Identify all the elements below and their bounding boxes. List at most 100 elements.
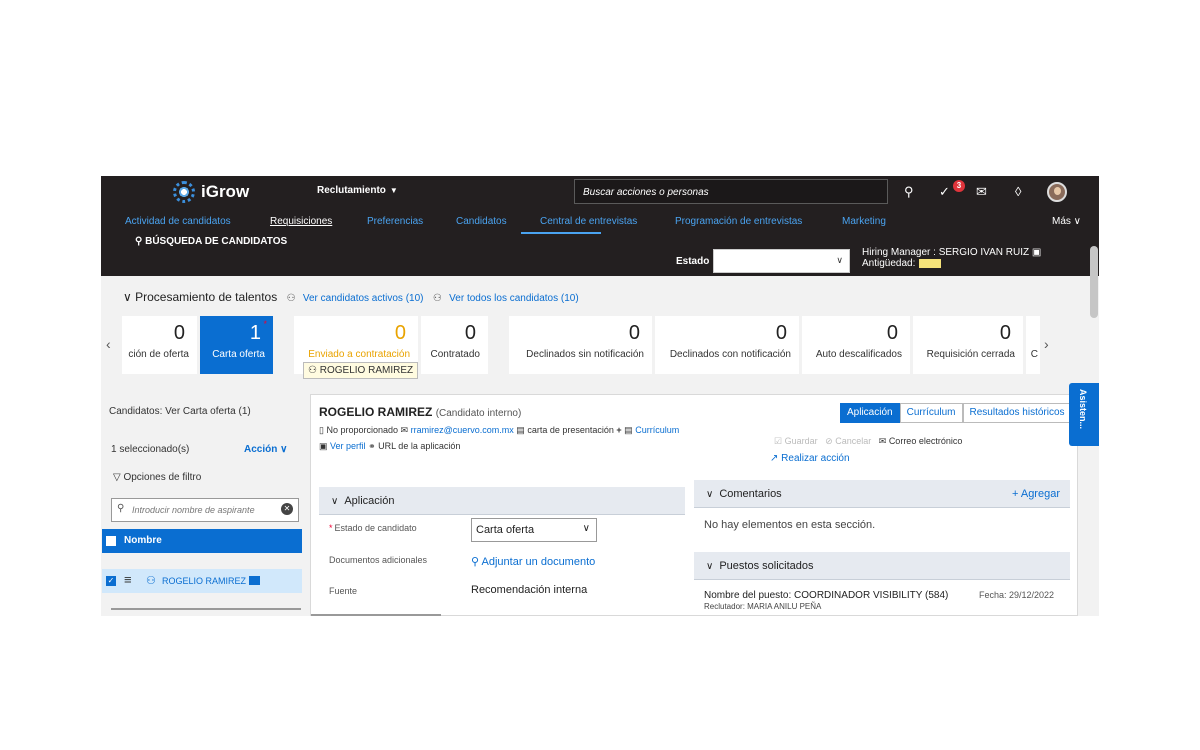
stage-tile-declinados-sin[interactable]: 0 Declinados sin notificación [509,316,652,374]
pipeline-header: ∨ Procesamiento de talentos ⚇ Ver candid… [123,290,579,304]
phone-icon: ▯ [319,425,324,435]
action-label: Acción [244,444,278,455]
section-puestos[interactable]: ∨ Puestos solicitados [694,552,1070,580]
nav-preferencias[interactable]: Preferencias [367,216,423,227]
filter-icon: ▽ [113,472,124,483]
email-link[interactable]: rramirez@cuervo.com.mx [411,425,514,435]
select-all-checkbox[interactable] [106,536,116,546]
tab-aplicacion[interactable]: Aplicación [840,403,900,423]
action-row: ☑ Guardar ⊘ Cancelar ✉ Correo electrónic… [774,436,962,447]
global-search-input[interactable]: Buscar acciones o personas [574,179,888,204]
action-menu[interactable]: Acción ∨ [244,444,287,455]
igrow-logo[interactable]: iGrow [173,181,249,203]
stage-tile-auto-descalificados[interactable]: 0 Auto descalificados [802,316,910,374]
perform-action-button[interactable]: ↗ Realizar acción [770,453,850,464]
stage-tile-contratado[interactable]: 0 Contratado [421,316,488,374]
nav-candidatos[interactable]: Candidatos [456,216,507,227]
nav-requisiciones[interactable]: Requisiciones [270,216,332,227]
divider [111,608,301,610]
stage-tile-declinados-con[interactable]: 0 Declinados con notificación [655,316,799,374]
section-title: Comentarios [719,488,782,500]
clear-icon[interactable]: ✕ [281,503,293,515]
filter-options[interactable]: ▽ Opciones de filtro [113,472,201,483]
stage-label: Auto descalificados [815,349,902,360]
filter-label: Opciones de filtro [123,472,202,483]
stage-count: 0 [394,322,406,344]
stage-tile-carta-oferta[interactable]: * 1 Carta oferta [200,316,273,374]
candidate-drag-tooltip: ⚇ ROGELIO RAMIREZ [303,362,419,379]
add-icon[interactable]: + [616,425,621,435]
estado-select[interactable]: ∨ [713,249,850,273]
candidate-search-link[interactable]: ⚲ BÚSQUEDA DE CANDIDATOS [135,236,287,247]
save-button[interactable]: Guardar [785,436,818,446]
table-row[interactable]: ✓ ≡ ⚇ ROGELIO RAMIREZ [102,569,302,593]
candidate-name-link[interactable]: ROGELIO RAMIREZ [162,576,246,586]
collapse-icon[interactable]: ∨ [123,290,135,304]
section-aplicacion[interactable]: ∨ Aplicación [319,487,685,515]
candidate-type: (Candidato interno) [435,408,522,419]
section-title: Puestos solicitados [719,560,814,572]
section-comentarios[interactable]: ∨ Comentarios + Agregar [694,480,1070,508]
docs-label: Documentos adicionales [329,555,428,565]
user-avatar[interactable] [1047,182,1067,202]
stage-label: Declinados con notificación [669,349,791,360]
more-label: Más [1051,216,1071,227]
candidate-search-input[interactable]: ⚲ Introducir nombre de aspirante ✕ [111,498,299,522]
stage-count: 0 [464,322,476,344]
profile-icon: ▣ [319,441,328,451]
view-all-link[interactable]: Ver todos los candidatos (10) [449,293,579,304]
estado-candidato-label-text: Estado de candidato [334,523,417,533]
pipeline-next-arrow[interactable]: › [1044,336,1049,352]
add-comment-button[interactable]: + Agregar [1012,488,1060,500]
antiguedad-value [919,258,942,268]
email-button[interactable]: Correo electrónico [889,436,963,446]
tab-resultados[interactable]: Resultados históricos [962,403,1072,423]
chat-icon[interactable]: ✉ [976,184,987,199]
pipeline-prev-arrow[interactable]: ‹ [106,336,111,352]
nav-actividad[interactable]: Actividad de candidatos [125,216,231,227]
cancel-button[interactable]: Cancelar [835,436,871,446]
todo-check-icon[interactable]: ✓ [939,184,950,199]
assistant-tab[interactable]: Asisten... [1069,383,1099,446]
fuente-value: Recomendación interna [471,584,588,596]
estado-candidato-select[interactable]: Carta oferta ∨ [471,518,597,542]
app-url-link[interactable]: URL de la aplicación [378,441,460,451]
scrollbar[interactable] [1090,246,1098,318]
attach-label: Adjuntar un documento [481,556,596,568]
stage-tile-partial[interactable]: C [1026,316,1040,374]
pipeline-title: Procesamiento de talentos [135,290,278,304]
stage-count: 1 [249,322,261,344]
paperclip-icon: ⚲ [471,556,482,568]
empty-message: No hay elementos en esta sección. [704,519,876,531]
view-profile-link[interactable]: Ver perfil [330,441,366,451]
view-active-link[interactable]: Ver candidatos activos (10) [303,293,424,304]
nav-central-entrevistas[interactable]: Central de entrevistas [540,216,637,227]
menu-icon[interactable]: ≡ [124,572,132,587]
assistant-label: Asisten... [1078,389,1088,430]
more-menu[interactable]: Más ∨ [1052,216,1081,227]
stage-label: ción de oferta [128,349,189,360]
nav-marketing[interactable]: Marketing [842,216,886,227]
chevron-down-icon: ∨ [836,255,843,265]
logo-mark-icon [173,181,195,203]
stage-tile-oferta[interactable]: 0 ción de oferta [122,316,197,374]
candidate-name: ROGELIO RAMIREZ [319,405,433,419]
app-window: iGrow Reclutamiento ▼ Buscar acciones o p… [101,176,1099,616]
nav-programacion[interactable]: Programación de entrevistas [675,216,802,227]
bell-icon[interactable]: ◊ [1015,184,1021,199]
cv-link[interactable]: Currículum [635,425,679,435]
module-menu[interactable]: Reclutamiento ▼ [317,185,398,196]
tab-curriculum[interactable]: Currículum [899,403,963,423]
brand-name: iGrow [201,182,250,201]
cover-letter-link[interactable]: carta de presentación [527,425,614,435]
doc-icon: ▤ [516,425,525,435]
row-checkbox[interactable]: ✓ [106,576,116,586]
search-icon: ⚲ [135,236,146,247]
attach-document-link[interactable]: ⚲ Adjuntar un documento [471,555,595,568]
notification-badge: 3 [953,180,965,192]
search-icon[interactable]: ⚲ [904,184,914,199]
doc-icon: ▤ [624,425,633,435]
stage-tile-requisicion-cerrada[interactable]: 0 Requisición cerrada [913,316,1023,374]
top-bar: iGrow Reclutamiento ▼ Buscar acciones o p… [101,176,1099,208]
column-header-nombre[interactable]: Nombre [124,535,162,546]
